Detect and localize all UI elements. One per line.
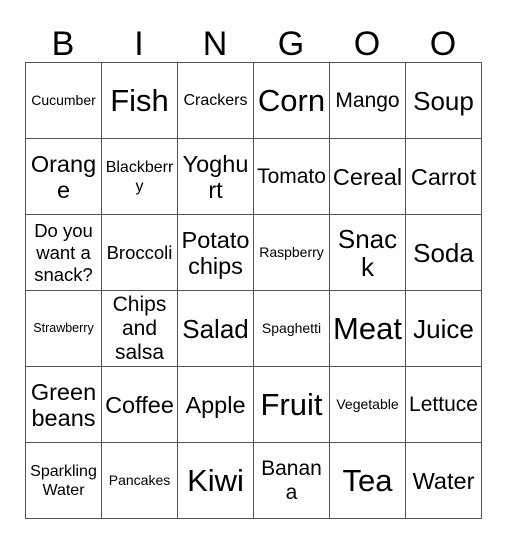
- bingo-cell-label: Green beans: [30, 378, 97, 431]
- bingo-row: Strawberry Chips and salsa Salad Spaghetti M…: [26, 291, 482, 367]
- bingo-row: Do you want a snack? Broccoli Potato chips…: [26, 215, 482, 291]
- bingo-cell-label: Water: [412, 467, 475, 494]
- bingo-cell-r4-c5[interactable]: Lettuce: [406, 367, 482, 443]
- bingo-cell-label: Kiwi: [187, 463, 244, 498]
- bingo-cell-r0-c5[interactable]: Soup: [406, 63, 482, 139]
- bingo-cell-label: Spaghetti: [261, 320, 322, 336]
- bingo-cell-label: Blackberry: [105, 158, 174, 195]
- bingo-header-letter-1: I: [134, 25, 144, 63]
- bingo-cell-label: Do you want a snack?: [34, 219, 93, 285]
- bingo-cell-r0-c2[interactable]: Crackers: [178, 63, 254, 139]
- bingo-row: Green beans Coffee Apple Fruit Vegetable Lett…: [26, 367, 482, 443]
- bingo-cell-r5-c3[interactable]: Banana: [254, 443, 330, 519]
- bingo-cell-r1-c3[interactable]: Tomato: [254, 139, 330, 215]
- bingo-cell-label: Cucumber: [31, 92, 96, 108]
- bingo-header-letter-0: B: [51, 25, 75, 63]
- bingo-cell-r2-c3[interactable]: Raspberry: [254, 215, 330, 291]
- bingo-card: B I N G O O Cucumber Fish Crackers Corn Mango Soup…: [25, 12, 482, 519]
- bingo-cell-r2-c4[interactable]: Snack: [330, 215, 406, 291]
- bingo-cell-label: Banana: [261, 456, 322, 504]
- bingo-cell-label: Mango: [335, 88, 400, 112]
- bingo-header-letter-5: O: [429, 25, 457, 63]
- bingo-cell-label: Pancakes: [108, 472, 171, 488]
- bingo-cell-r5-c0[interactable]: Sparkling Water: [26, 443, 102, 519]
- bingo-cell-label: Corn: [257, 83, 326, 118]
- bingo-cell-label: Tomato: [257, 164, 326, 188]
- bingo-cell-r5-c2[interactable]: Kiwi: [178, 443, 254, 519]
- bingo-cell-r4-c3[interactable]: Fruit: [254, 367, 330, 443]
- bingo-cell-label: Meat: [333, 311, 402, 346]
- bingo-cell-r2-c0[interactable]: Do you want a snack?: [26, 215, 102, 291]
- bingo-header-letter-2: N: [202, 25, 228, 63]
- bingo-cell-r4-c0[interactable]: Green beans: [26, 367, 102, 443]
- bingo-cell-r1-c5[interactable]: Carrot: [406, 139, 482, 215]
- bingo-cell-r2-c1[interactable]: Broccoli: [102, 215, 178, 291]
- bingo-cell-r0-c1[interactable]: Fish: [102, 63, 178, 139]
- bingo-cell-r2-c5[interactable]: Soda: [406, 215, 482, 291]
- bingo-cell-r3-c5[interactable]: Juice: [406, 291, 482, 367]
- bingo-cell-label: Fruit: [260, 387, 323, 422]
- bingo-grid: Cucumber Fish Crackers Corn Mango Soup Orange B…: [25, 62, 482, 519]
- bingo-cell-label: Carrot: [410, 163, 477, 190]
- bingo-cell-label: Yoghurt: [182, 150, 249, 203]
- bingo-cell-r1-c2[interactable]: Yoghurt: [178, 139, 254, 215]
- bingo-row: Sparkling Water Pancakes Kiwi Banana Tea Wate…: [26, 443, 482, 519]
- bingo-cell-label: Raspberry: [259, 244, 324, 260]
- bingo-cell-label: Crackers: [183, 92, 248, 109]
- bingo-cell-r0-c3[interactable]: Corn: [254, 63, 330, 139]
- bingo-cell-label: Sparkling Water: [30, 462, 97, 499]
- bingo-cell-r5-c1[interactable]: Pancakes: [102, 443, 178, 519]
- bingo-header-letter-3: G: [277, 25, 305, 63]
- bingo-cell-label: Vegetable: [336, 396, 399, 412]
- bingo-header-letter-4: O: [353, 25, 381, 63]
- bingo-cell-label: Salad: [182, 313, 249, 344]
- bingo-cell-r3-c2[interactable]: Salad: [178, 291, 254, 367]
- bingo-cell-label: Apple: [185, 391, 246, 418]
- bingo-cell-label: Fish: [110, 83, 169, 118]
- bingo-cell-r3-c4[interactable]: Meat: [330, 291, 406, 367]
- bingo-cell-r5-c4[interactable]: Tea: [330, 443, 406, 519]
- bingo-cell-r4-c1[interactable]: Coffee: [102, 367, 178, 443]
- bingo-cell-r3-c1[interactable]: Chips and salsa: [102, 291, 178, 367]
- bingo-cell-r4-c2[interactable]: Apple: [178, 367, 254, 443]
- bingo-cell-label: Broccoli: [106, 241, 173, 263]
- bingo-row: Orange Blackberry Yoghurt Tomato Cereal Carro…: [26, 139, 482, 215]
- bingo-cell-r0-c0[interactable]: Cucumber: [26, 63, 102, 139]
- bingo-cell-r3-c0[interactable]: Strawberry: [26, 291, 102, 367]
- bingo-cell-r1-c1[interactable]: Blackberry: [102, 139, 178, 215]
- bingo-cell-label: Chips and salsa: [112, 292, 167, 364]
- bingo-header-row: BINGOO: [25, 12, 481, 62]
- bingo-cell-r3-c3[interactable]: Spaghetti: [254, 291, 330, 367]
- bingo-cell-r0-c4[interactable]: Mango: [330, 63, 406, 139]
- bingo-cell-label: Tea: [342, 463, 393, 498]
- bingo-cell-label: Cereal: [332, 163, 403, 190]
- bingo-cell-r5-c5[interactable]: Water: [406, 443, 482, 519]
- bingo-cell-label: Snack: [337, 223, 398, 282]
- bingo-cell-label: Strawberry: [33, 321, 94, 335]
- bingo-cell-r2-c2[interactable]: Potato chips: [178, 215, 254, 291]
- bingo-cell-label: Juice: [413, 313, 474, 344]
- bingo-cell-label: Potato chips: [181, 226, 250, 279]
- bingo-cell-r4-c4[interactable]: Vegetable: [330, 367, 406, 443]
- bingo-cell-r1-c4[interactable]: Cereal: [330, 139, 406, 215]
- bingo-cell-label: Soda: [413, 237, 474, 268]
- bingo-cell-r1-c0[interactable]: Orange: [26, 139, 102, 215]
- bingo-cell-label: Soup: [413, 85, 474, 116]
- bingo-cell-label: Coffee: [105, 391, 174, 418]
- bingo-row: Cucumber Fish Crackers Corn Mango Soup: [26, 63, 482, 139]
- bingo-cell-label: Orange: [30, 150, 97, 203]
- bingo-cell-label: Lettuce: [409, 392, 478, 416]
